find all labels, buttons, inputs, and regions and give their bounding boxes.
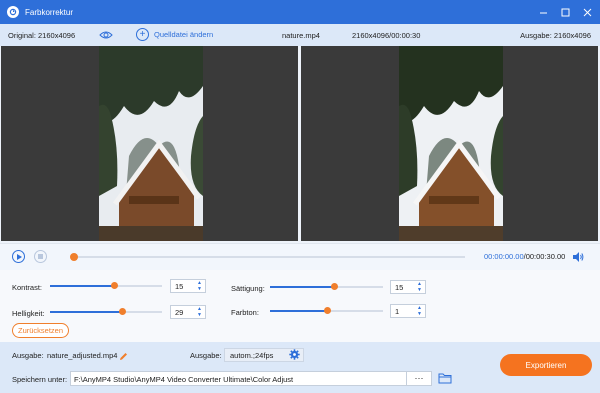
player-bar: 00:00:00.00/00:00:30.00 (0, 243, 600, 270)
output-resolution: Ausgabe: 2160x4096 (520, 30, 591, 40)
volume-icon[interactable] (572, 251, 584, 263)
output-name-label: Ausgabe: (12, 351, 44, 360)
original-resolution: Original: 2160x4096 (8, 30, 76, 40)
close-icon[interactable] (578, 0, 596, 24)
total-time: /00:00:30.00 (523, 252, 566, 261)
eye-icon[interactable] (99, 29, 113, 41)
hue-input[interactable]: 1 ▲ ▼ (390, 304, 426, 318)
save-to-label: Speichern unter: (12, 375, 68, 384)
change-source-button[interactable]: + Quelldatei ändern (136, 28, 213, 41)
export-button[interactable]: Exportieren (500, 354, 592, 376)
brightness-value: 29 (175, 308, 184, 317)
saturation-input[interactable]: 15 ▲ ▼ (390, 280, 426, 294)
video-frame (399, 46, 503, 241)
window-title: Farbkorrektur (25, 7, 74, 17)
output-filename[interactable]: nature_adjusted.mp4 (47, 351, 117, 360)
gear-icon[interactable] (289, 349, 300, 360)
progress-handle[interactable] (70, 253, 78, 261)
stepper-arrows-icon[interactable]: ▲ ▼ (417, 305, 422, 317)
play-icon (16, 253, 22, 260)
stop-icon (38, 254, 43, 259)
minimize-icon[interactable] (534, 0, 552, 24)
stepper-arrows-icon[interactable]: ▲ ▼ (197, 306, 202, 318)
hue-slider-handle[interactable] (323, 307, 331, 314)
play-button[interactable] (12, 250, 25, 263)
folder-icon[interactable] (438, 372, 452, 384)
contrast-slider-handle[interactable] (110, 282, 118, 289)
brightness-input[interactable]: 29 ▲ ▼ (170, 305, 206, 319)
hue-label: Farbton: (231, 308, 259, 317)
hue-slider[interactable] (270, 306, 383, 316)
saturation-label: Sättigung: (231, 284, 265, 293)
brightness-slider-handle[interactable] (118, 308, 126, 315)
browse-button[interactable]: ··· (407, 371, 432, 386)
current-time: 00:00:00.00 (484, 252, 524, 261)
brightness-slider[interactable] (50, 307, 162, 317)
progress-track[interactable] (70, 253, 465, 261)
contrast-input[interactable]: 15 ▲ ▼ (170, 279, 206, 293)
stepper-arrows-icon[interactable]: ▲ ▼ (197, 280, 202, 292)
time-display: 00:00:00.00/00:00:30.00 (484, 252, 565, 261)
contrast-label: Kontrast: (12, 283, 43, 292)
adjusted-preview (301, 46, 598, 241)
contrast-slider[interactable] (50, 281, 162, 291)
output-format-value: autom.;24fps (230, 351, 274, 360)
app-logo-icon (7, 6, 19, 18)
output-format-label: Ausgabe: (190, 351, 222, 360)
stop-button[interactable] (34, 250, 47, 263)
reset-button[interactable]: Zurücksetzen (12, 323, 69, 338)
stepper-arrows-icon[interactable]: ▲ ▼ (417, 281, 422, 293)
plus-icon: + (136, 28, 149, 41)
info-bar: Original: 2160x4096 + Quelldatei ändern … (0, 24, 600, 46)
saturation-slider[interactable] (270, 282, 383, 292)
save-path-field[interactable]: F:\AnyMP4 Studio\AnyMP4 Video Converter … (70, 371, 407, 386)
saturation-value: 15 (395, 283, 404, 292)
brightness-label: Helligkeit: (12, 309, 45, 318)
original-preview (1, 46, 298, 241)
title-bar: Farbkorrektur (0, 0, 600, 24)
change-source-label: Quelldatei ändern (154, 30, 214, 39)
video-frame (99, 46, 203, 241)
hue-value: 1 (395, 307, 400, 316)
pencil-icon[interactable] (119, 352, 128, 361)
file-meta: 2160x4096/00:00:30 (352, 30, 421, 40)
contrast-value: 15 (175, 282, 184, 291)
file-name: nature.mp4 (282, 30, 320, 40)
saturation-slider-handle[interactable] (331, 283, 339, 290)
maximize-icon[interactable] (556, 0, 574, 24)
